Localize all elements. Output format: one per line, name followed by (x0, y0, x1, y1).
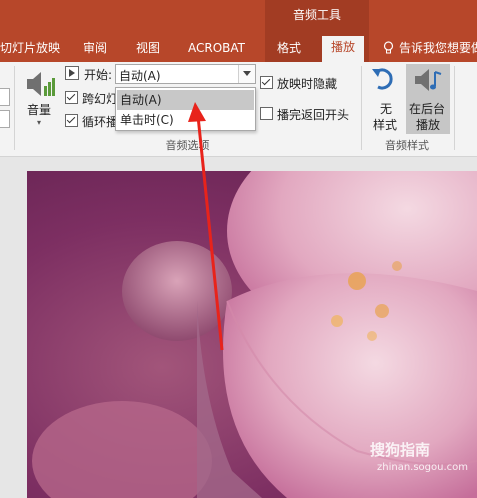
group-separator (454, 66, 455, 150)
start-combo[interactable]: 自动(A) (115, 64, 256, 84)
loop-label: 循环播 (82, 115, 119, 129)
watermark-brand: 搜狗指南 (370, 441, 431, 459)
hide-during-show-checkbox[interactable] (260, 76, 273, 89)
rewind-label: 播完返回开头 (277, 108, 350, 122)
rewind-checkbox[interactable] (260, 107, 273, 120)
start-dropdown-menu: 自动(A) 单击时(C) (115, 87, 256, 131)
volume-label[interactable]: 音量 (27, 101, 51, 118)
audio-options-group-label: 音频选项 (165, 139, 210, 152)
undo-style-icon[interactable] (370, 65, 400, 93)
loop-checkbox[interactable] (65, 114, 78, 127)
no-style-line1[interactable]: 无 (380, 100, 392, 117)
dropdown-option-auto[interactable]: 自动(A) (117, 90, 254, 110)
tell-me-search[interactable]: 告诉我您想要做 (399, 39, 477, 56)
play-bg-line1: 在后台 (409, 102, 446, 116)
hide-during-show-label: 放映时隐藏 (277, 77, 338, 91)
lightbulb-icon[interactable] (383, 41, 394, 55)
start-icon (65, 66, 79, 80)
spinner-partial-2[interactable] (0, 110, 10, 128)
start-combo-value: 自动(A) (119, 69, 161, 83)
across-slides-label: 跨幻灯 (82, 92, 119, 106)
spinner-partial[interactable] (0, 88, 10, 106)
play-bg-line2: 播放 (416, 118, 441, 132)
no-style-line2[interactable]: 样式 (373, 116, 397, 133)
slide-canvas[interactable]: 搜狗指南 zhinan.sogou.com (27, 171, 477, 498)
tab-view[interactable]: 视图 (136, 39, 160, 61)
tab-slideshow[interactable]: 切灯片放映 (0, 39, 60, 61)
dropdown-arrow-icon (243, 71, 251, 76)
chevron-down-icon[interactable]: ▾ (37, 118, 41, 127)
group-separator (14, 66, 15, 150)
speaker-music-icon (415, 69, 442, 91)
start-combo-dropdown-button[interactable] (238, 65, 255, 83)
tab-acrobat[interactable]: ACROBAT (188, 39, 245, 61)
tab-review[interactable]: 审阅 (83, 39, 107, 61)
tab-format[interactable]: 格式 (277, 39, 301, 61)
start-label: 开始: (84, 68, 113, 82)
dropdown-option-on-click[interactable]: 单击时(C) (117, 110, 254, 130)
audio-styles-group-label: 音频样式 (385, 139, 429, 152)
watermark-url: zhinan.sogou.com (377, 462, 469, 473)
across-slides-checkbox[interactable] (65, 91, 78, 104)
volume-icon[interactable] (24, 68, 56, 100)
group-separator (361, 66, 362, 150)
tab-playback[interactable]: 播放 (322, 36, 365, 62)
contextual-group-label: 音频工具 (292, 8, 341, 22)
